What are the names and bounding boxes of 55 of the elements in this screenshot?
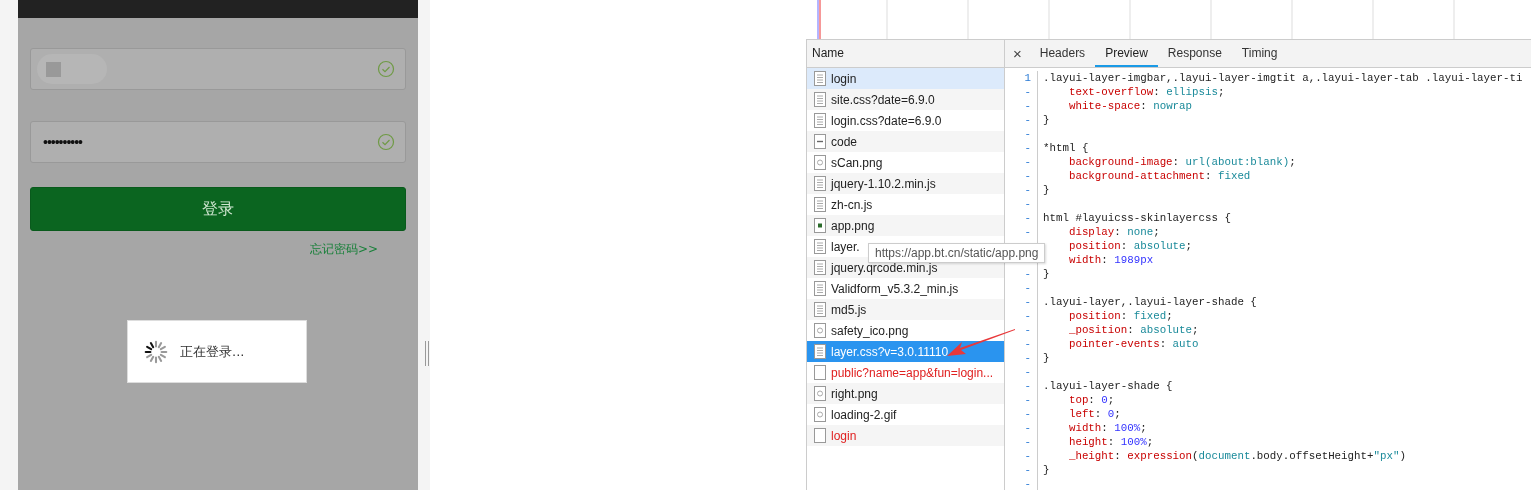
line-number: -: [1024, 296, 1031, 308]
code-line: }: [1043, 183, 1050, 197]
code-line: .layui-layer-imgbar,.layui-layer-imgtit a,.layui-layer-tab .layui-layer-ti: [1043, 71, 1523, 85]
code-line: pointer-events: auto: [1067, 337, 1199, 351]
code-line: position: fixed;: [1067, 309, 1173, 323]
line-number: -: [1024, 338, 1031, 350]
code-line: }: [1043, 463, 1050, 477]
line-number: -: [1024, 156, 1031, 168]
line-number: -: [1024, 352, 1031, 364]
line-number: -: [1024, 380, 1031, 392]
line-number: -: [1024, 282, 1031, 294]
code-line: white-space: nowrap: [1067, 99, 1193, 113]
code-line: background-attachment: fixed: [1067, 169, 1251, 183]
code-line: *html {: [1043, 141, 1089, 155]
code-line: width: 1989px: [1067, 253, 1154, 267]
line-number: -: [1024, 450, 1031, 462]
line-number: -: [1024, 170, 1031, 182]
line-number: -: [1024, 324, 1031, 336]
loading-text: 正在登录...: [180, 342, 245, 361]
code-line: width: 100%;: [1067, 421, 1147, 435]
line-number: -: [1024, 142, 1031, 154]
line-number: -: [1024, 436, 1031, 448]
line-number: -: [1024, 394, 1031, 406]
line-number: 1: [1024, 72, 1031, 84]
code-line: left: 0;: [1067, 407, 1121, 421]
line-number: -: [1024, 212, 1031, 224]
line-number: -: [1024, 114, 1031, 126]
code-line: }: [1043, 113, 1050, 127]
code-line: _position: absolute;: [1067, 323, 1199, 337]
code-line: html #layuicss-skinlayercss {: [1043, 211, 1231, 225]
code-line: text-overflow: ellipsis;: [1067, 85, 1225, 99]
line-number: -: [1024, 198, 1031, 210]
code-line: top: 0;: [1067, 393, 1115, 407]
code-line: height: 100%;: [1067, 435, 1154, 449]
url-tooltip: https://app.bt.cn/static/app.png: [868, 243, 1046, 263]
line-number: -: [1024, 478, 1031, 490]
code-line: .layui-layer,.layui-layer-shade {: [1043, 295, 1257, 309]
line-number: -: [1024, 226, 1031, 238]
line-number: -: [1024, 366, 1031, 378]
line-number: -: [1024, 310, 1031, 322]
code-line: .layui-layer-shade {: [1043, 379, 1173, 393]
line-number: -: [1024, 86, 1031, 98]
line-number: -: [1024, 408, 1031, 420]
line-number: -: [1024, 184, 1031, 196]
code-line: }: [1043, 351, 1050, 365]
code-line: _height: expression(document.body.offsetHeight+"px"): [1067, 449, 1406, 463]
code-line: background-image: url(about:blank);: [1067, 155, 1296, 169]
code-line: }: [1043, 267, 1050, 281]
line-number: -: [1024, 464, 1031, 476]
line-number: -: [1024, 422, 1031, 434]
line-number: -: [1024, 128, 1031, 140]
code-line: position: absolute;: [1067, 239, 1193, 253]
line-number: -: [1024, 268, 1031, 280]
code-line: display: none;: [1067, 225, 1160, 239]
line-number: -: [1024, 100, 1031, 112]
